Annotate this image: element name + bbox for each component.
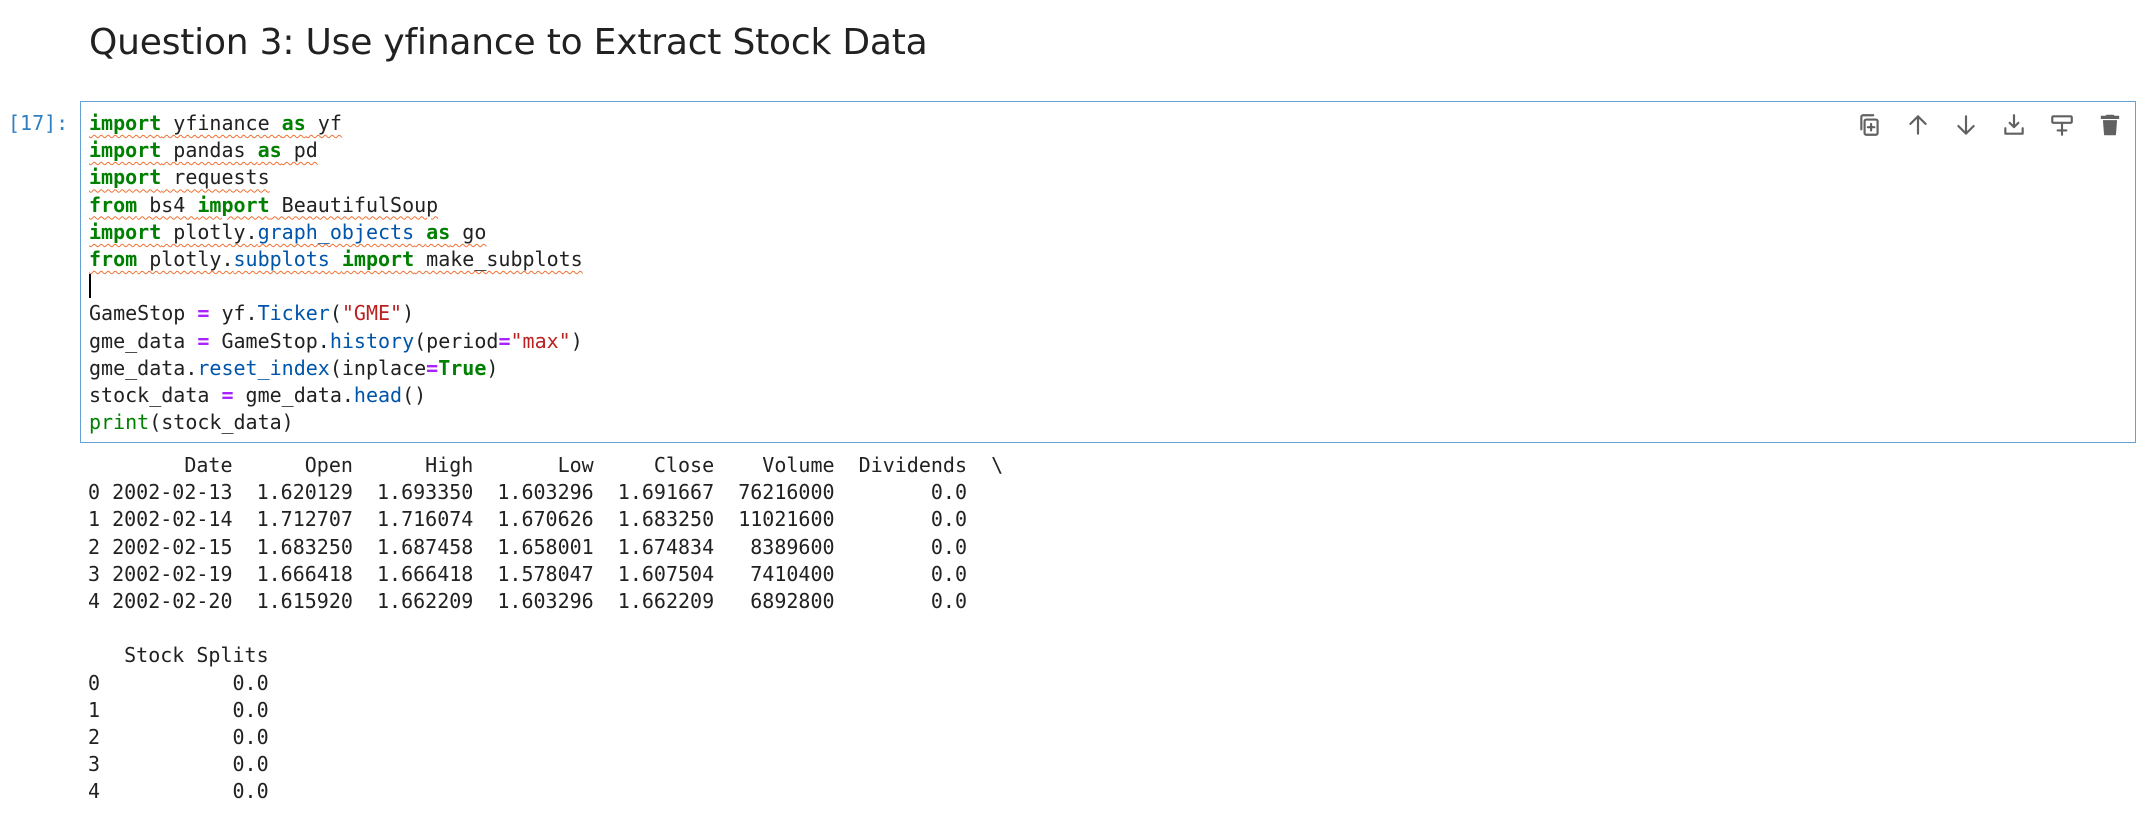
output-table-row: 3 2002-02-19 1.666418 1.666418 1.578047 … (88, 561, 967, 586)
insert-cell-below-button[interactable] (1999, 110, 2029, 140)
output-table-row: 0 0.0 (88, 670, 269, 695)
code-line-7 (89, 274, 91, 299)
code-line-4: from bs4 import BeautifulSoup (89, 192, 439, 217)
insert-cell-above-button[interactable] (2047, 110, 2077, 140)
code-line-11: stock_data = gme_data.head() (89, 383, 427, 408)
output-table-row: 2 0.0 (88, 725, 269, 750)
code-line-2: import pandas as pd (89, 138, 318, 163)
code-cell-editor[interactable]: import yfinance as yf import pandas as p… (80, 101, 2136, 443)
duplicate-icon (1860, 114, 1879, 136)
cell-toolbar (1855, 110, 2125, 140)
code-line-6: from plotly.subplots import make_subplot… (89, 247, 583, 272)
output-table-row: 0 2002-02-13 1.620129 1.693350 1.603296 … (88, 480, 967, 505)
code-editor-text[interactable]: import yfinance as yf import pandas as p… (89, 110, 583, 436)
output-table-row: 4 2002-02-20 1.615920 1.662209 1.603296 … (88, 589, 967, 614)
code-line-12: print(stock_data) (89, 410, 294, 435)
code-line-5: import plotly.graph_objects as go (89, 219, 487, 244)
trash-icon (2100, 114, 2120, 136)
insert-below-icon (2004, 114, 2024, 135)
delete-cell-button[interactable] (2095, 110, 2125, 140)
text-cursor (89, 274, 91, 299)
code-line-1: import yfinance as yf (89, 111, 342, 135)
arrow-up-icon (1909, 115, 1927, 135)
move-cell-up-button[interactable] (1903, 110, 1933, 140)
code-line-9: gme_data = GameStop.history(period="max"… (89, 328, 583, 353)
code-line-8: GameStop = yf.Ticker("GME") (89, 301, 415, 326)
output-table-row: 2 2002-02-15 1.683250 1.687458 1.658001 … (88, 534, 967, 559)
move-cell-down-button[interactable] (1951, 110, 1981, 140)
output-table-row: 1 0.0 (88, 697, 269, 722)
output-table-header: Stock Splits (88, 643, 269, 668)
insert-above-icon (2051, 115, 2073, 136)
cell-execution-prompt: [17]: (8, 111, 69, 135)
output-table-row: 1 2002-02-14 1.712707 1.716074 1.670626 … (88, 507, 967, 532)
output-table-row: 3 0.0 (88, 752, 269, 777)
code-line-10: gme_data.reset_index(inplace=True) (89, 355, 499, 380)
duplicate-cell-button[interactable] (1855, 110, 1885, 140)
markdown-heading: Question 3: Use yfinance to Extract Stoc… (89, 22, 928, 63)
cell-output: Date Open High Low Close Volume Dividend… (88, 452, 1003, 806)
output-table-row: 4 0.0 (88, 779, 269, 804)
arrow-down-icon (1957, 115, 1975, 135)
code-line-3: import requests (89, 165, 270, 190)
output-table-header: Date Open High Low Close Volume Dividend… (88, 453, 1004, 477)
